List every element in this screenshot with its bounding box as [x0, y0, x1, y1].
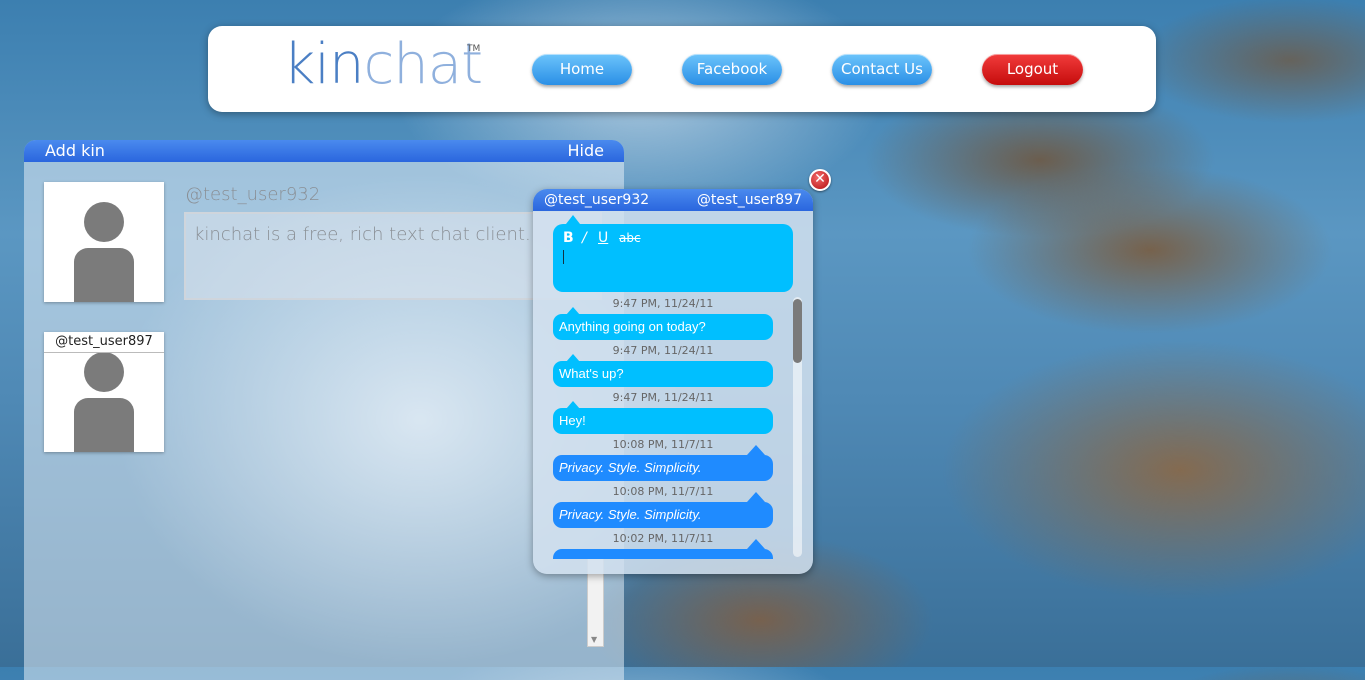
scroll-down-arrow-icon[interactable]: ▼ [591, 635, 597, 644]
message-bubble [553, 549, 773, 559]
bold-button[interactable]: B [563, 230, 574, 246]
hide-button[interactable]: Hide [568, 140, 604, 162]
chat-own-username: @test_user932 [544, 192, 650, 208]
trademark-mark: TM [467, 44, 481, 54]
message-compose-field[interactable]: B / U abc [553, 224, 793, 292]
message-bubble: Privacy. Style. Simplicity. [553, 455, 773, 481]
chat-scrollbar-thumb[interactable] [793, 299, 802, 363]
logo-chat-text: chat [363, 32, 483, 97]
logo-kin-text: kin [283, 32, 364, 97]
compose-pointer [566, 215, 580, 224]
bubble-pointer [747, 539, 765, 549]
message-bubble: Anything going on today? [553, 314, 773, 340]
chat-header[interactable]: @test_user932 @test_user897 [533, 189, 813, 211]
underline-button[interactable]: U [598, 230, 608, 246]
profile-username: @test_user932 [185, 184, 321, 205]
italic-button[interactable]: / [582, 230, 587, 246]
logout-button[interactable]: Logout [982, 54, 1083, 85]
message-list[interactable]: 9:47 PM, 11/24/11 Anything going on toda… [533, 294, 813, 559]
close-chat-icon[interactable]: ✕ [809, 169, 831, 191]
kin-username: @test_user897 [44, 332, 164, 353]
add-kin-button[interactable]: Add kin [45, 140, 105, 162]
message-bubble: Privacy. Style. Simplicity. [553, 502, 773, 528]
chat-window: @test_user932 @test_user897 B / U abc 9:… [533, 189, 813, 574]
facebook-button[interactable]: Facebook [682, 54, 782, 85]
text-cursor [563, 250, 564, 264]
message-bubble: What's up? [553, 361, 773, 387]
home-button[interactable]: Home [532, 54, 632, 85]
message-bubble: Hey! [553, 408, 773, 434]
kin-list-item[interactable]: @test_user897 [44, 332, 164, 452]
status-message-text: kinchat is a free, rich text chat client… [194, 224, 531, 245]
chat-partner-username: @test_user897 [696, 192, 802, 208]
kinchat-logo[interactable]: kinchat [283, 37, 483, 93]
kin-panel-header: Add kin Hide [24, 140, 624, 162]
contact-us-button[interactable]: Contact Us [832, 54, 932, 85]
bubble-pointer [747, 492, 765, 502]
strikethrough-button[interactable]: abc [619, 231, 641, 245]
bubble-pointer [747, 445, 765, 455]
chat-scrollbar[interactable] [793, 297, 802, 557]
profile-avatar[interactable] [44, 182, 164, 302]
